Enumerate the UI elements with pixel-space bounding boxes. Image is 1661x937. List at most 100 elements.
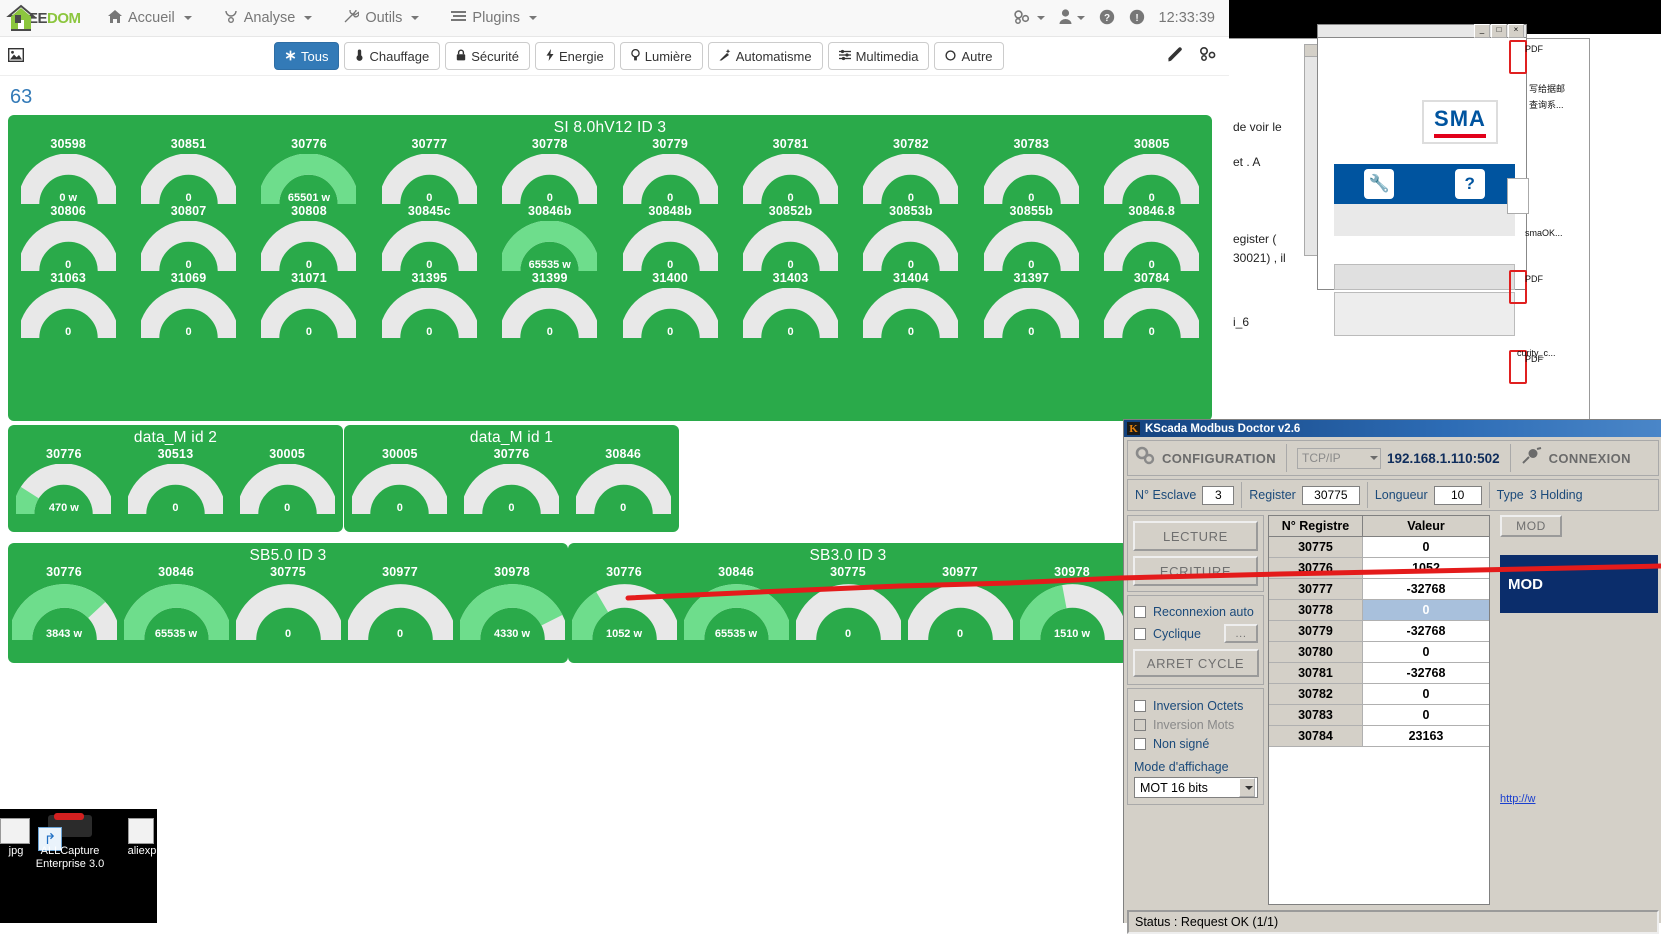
minimize-button[interactable]: _	[1474, 24, 1490, 38]
gauge-cell[interactable]: 30853b 0	[851, 204, 971, 271]
gauge-cell[interactable]: 30807 0	[128, 204, 248, 271]
non-signe-checkbox[interactable]: Non signé	[1134, 737, 1263, 751]
gauge-cell[interactable]: 31069 0	[128, 271, 248, 338]
stop-cycle-button[interactable]: ARRET CYCLE	[1132, 649, 1259, 677]
table-row[interactable]: 30778 0	[1269, 600, 1489, 621]
reconnexion-auto-checkbox[interactable]: Reconnexion auto	[1134, 605, 1263, 619]
gauge-cell[interactable]: 30005 0	[344, 447, 456, 514]
type-value[interactable]: 3 Holding	[1530, 488, 1583, 502]
help-button[interactable]: ?	[1099, 9, 1115, 28]
gauge-cell[interactable]: 30513 0	[120, 447, 232, 514]
wrench-icon[interactable]: 🔧	[1364, 169, 1395, 199]
read-button[interactable]: LECTURE	[1133, 521, 1258, 551]
info-button[interactable]: !	[1129, 9, 1145, 28]
close-button[interactable]: ×	[1508, 24, 1524, 38]
gauge-cell[interactable]: 30777 0	[369, 137, 489, 204]
gauge-cell[interactable]: 31397 0	[971, 271, 1091, 338]
table-row[interactable]: 30776 1052	[1269, 558, 1489, 579]
maximize-button[interactable]: □	[1491, 24, 1507, 38]
gears-menu[interactable]	[1012, 9, 1045, 28]
user-menu[interactable]	[1059, 9, 1085, 27]
table-row[interactable]: 30783 0	[1269, 705, 1489, 726]
cell-value[interactable]: -32768	[1363, 621, 1489, 642]
cell-value[interactable]: -32768	[1363, 663, 1489, 684]
nav-item-accueil[interactable]: Accueil	[94, 2, 206, 35]
mod-button-1[interactable]: MOD	[1500, 515, 1562, 537]
connexion-label[interactable]: CONNEXION	[1549, 451, 1631, 466]
gauge-cell[interactable]: 30846 65535 w	[120, 565, 232, 640]
write-button[interactable]: ECRITURE	[1133, 556, 1258, 586]
category-energie[interactable]: Energie	[534, 42, 615, 70]
table-row[interactable]: 30777 -32768	[1269, 579, 1489, 600]
cell-value[interactable]: 23163	[1363, 726, 1489, 747]
table-row[interactable]: 30780 0	[1269, 642, 1489, 663]
table-row[interactable]: 30782 0	[1269, 684, 1489, 705]
puzzle-icon[interactable]	[1199, 46, 1217, 66]
gauge-cell[interactable]: 31399 0	[490, 271, 610, 338]
modbus-titlebar[interactable]: K KScada Modbus Doctor v2.6	[1124, 420, 1661, 437]
gauge-cell[interactable]: 30846.8 0	[1092, 204, 1212, 271]
gauge-cell[interactable]: 31395 0	[369, 271, 489, 338]
category-autre[interactable]: Autre	[934, 42, 1004, 70]
gauge-cell[interactable]: 30851 0	[128, 137, 248, 204]
file-thumb-2[interactable]	[128, 818, 154, 844]
help-icon[interactable]: ?	[1454, 169, 1485, 199]
edit-pencil-icon[interactable]	[1168, 46, 1183, 66]
cell-value[interactable]: 0	[1363, 600, 1489, 621]
brand-logo-area[interactable]: EEDOM	[0, 0, 81, 36]
gauge-cell[interactable]: 30781 0	[730, 137, 850, 204]
slave-input[interactable]: 3	[1202, 485, 1235, 505]
cell-value[interactable]: 0	[1363, 684, 1489, 705]
nav-item-plugins[interactable]: Plugins	[437, 2, 551, 35]
gauge-cell[interactable]: 30978 1510 w	[1016, 565, 1128, 640]
cyclique-checkbox[interactable]: Cyclique ...	[1134, 624, 1263, 643]
protocol-select[interactable]: TCP/IP	[1297, 447, 1382, 469]
gauge-cell[interactable]: 30783 0	[971, 137, 1091, 204]
cell-value[interactable]: 1052	[1363, 558, 1489, 579]
file-thumb-1[interactable]	[0, 818, 30, 844]
gauge-cell[interactable]: 30978 4330 w	[456, 565, 568, 640]
cell-value[interactable]: 0	[1363, 537, 1489, 558]
gauge-cell[interactable]: 30977 0	[904, 565, 1016, 640]
allcapture-icon[interactable]: ↱	[38, 813, 98, 851]
ip-address-value[interactable]: 192.168.1.110:502	[1387, 451, 1500, 466]
gauge-cell[interactable]: 30848b 0	[610, 204, 730, 271]
gauge-cell[interactable]: 31404 0	[851, 271, 971, 338]
cell-value[interactable]: 0	[1363, 705, 1489, 726]
table-row[interactable]: 30781 -32768	[1269, 663, 1489, 684]
inversion-octets-checkbox[interactable]: Inversion Octets	[1134, 699, 1263, 713]
gauge-cell[interactable]: 30775 0	[792, 565, 904, 640]
cell-value[interactable]: 0	[1363, 642, 1489, 663]
gauge-cell[interactable]: 30805 0	[1092, 137, 1212, 204]
category-securite[interactable]: Sécurité	[445, 42, 530, 70]
link-url[interactable]: http://w	[1500, 793, 1658, 805]
gauge-cell[interactable]: 30855b 0	[971, 204, 1091, 271]
gauge-cell[interactable]: 31400 0	[610, 271, 730, 338]
table-row[interactable]: 30775 0	[1269, 537, 1489, 558]
gauge-cell[interactable]: 30776 470 w	[8, 447, 120, 514]
gauge-cell[interactable]: 30852b 0	[730, 204, 850, 271]
gauge-cell[interactable]: 30846 0	[567, 447, 679, 514]
gauge-cell[interactable]: 30808 0	[249, 204, 369, 271]
display-mode-select[interactable]: MOT 16 bits	[1134, 777, 1258, 798]
category-multimedia[interactable]: Multimedia	[827, 42, 930, 70]
gauge-cell[interactable]: 30779 0	[610, 137, 730, 204]
gauge-cell[interactable]: 30806 0	[8, 204, 128, 271]
gauge-cell[interactable]: 30776 1052 w	[568, 565, 680, 640]
gauge-cell[interactable]: 30598 0 w	[8, 137, 128, 204]
image-icon[interactable]	[7, 47, 25, 65]
table-row[interactable]: 30779 -32768	[1269, 621, 1489, 642]
length-input[interactable]: 10	[1433, 485, 1482, 505]
nav-item-analyse[interactable]: Analyse	[210, 2, 327, 35]
bg-scrollbar[interactable]	[1304, 44, 1318, 256]
gauge-cell[interactable]: 30005 0	[231, 447, 343, 514]
gauge-cell[interactable]: 30776 65501 w	[249, 137, 369, 204]
gauge-cell[interactable]: 30977 0	[344, 565, 456, 640]
gauge-cell[interactable]: 30782 0	[851, 137, 971, 204]
gauge-cell[interactable]: 30846b 65535 w	[490, 204, 610, 271]
gauge-cell[interactable]: 30776 0	[456, 447, 568, 514]
gauge-cell[interactable]: 30845c 0	[369, 204, 489, 271]
category-tous[interactable]: Tous	[274, 42, 340, 70]
table-row[interactable]: 30784 23163	[1269, 726, 1489, 747]
gauge-cell[interactable]: 30778 0	[490, 137, 610, 204]
